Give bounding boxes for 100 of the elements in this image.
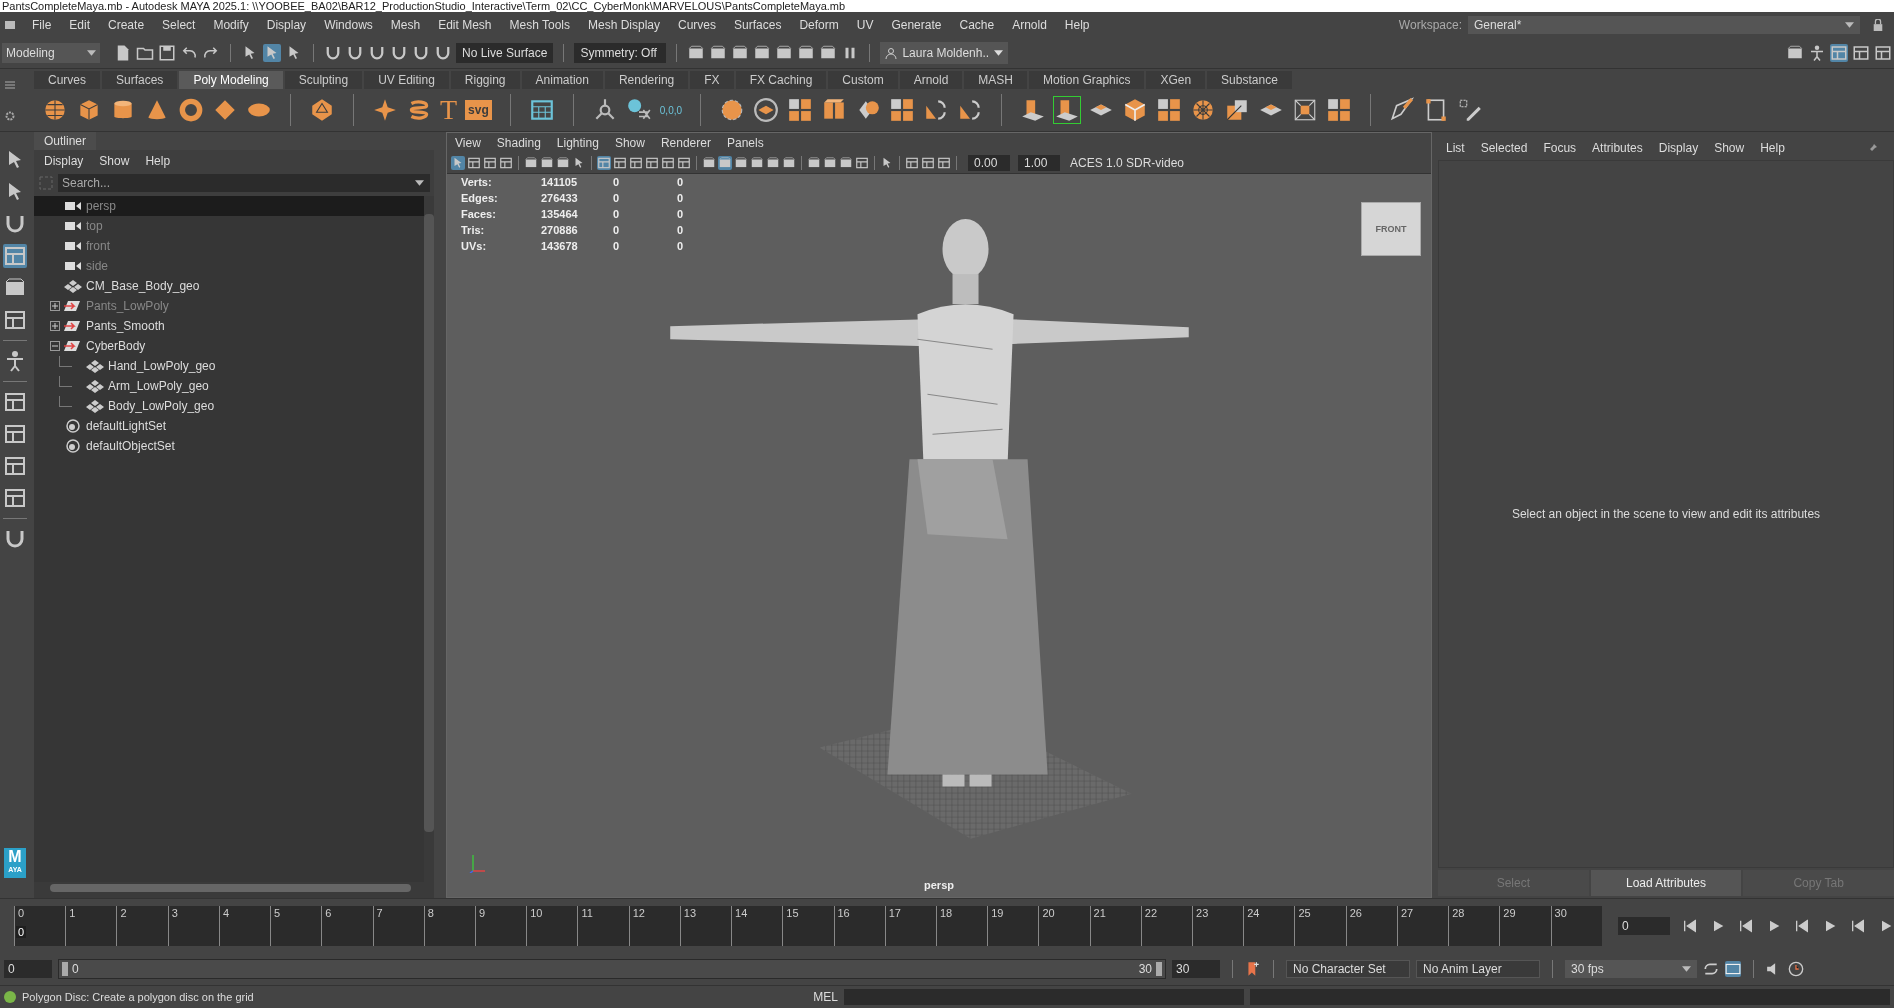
grid-window-icon[interactable] (528, 97, 555, 123)
playback-settings-icon[interactable] (1725, 961, 1741, 977)
menu-item[interactable]: UV (848, 18, 882, 32)
menu-item[interactable]: Mesh Display (580, 18, 669, 32)
menu-item[interactable]: Lighting (548, 136, 607, 150)
panel-layout-icon[interactable] (597, 156, 611, 170)
outliner-item[interactable]: Body_LowPoly_geo (34, 396, 424, 416)
panel-layout-icon[interactable] (905, 156, 919, 170)
save-icon[interactable] (158, 44, 176, 62)
magnet-icon[interactable] (368, 44, 386, 62)
menu-item[interactable]: Show (606, 136, 653, 150)
live-surface-field[interactable]: No Live Surface (456, 43, 554, 63)
viewport-canvas[interactable]: Verts: 141105 0 0 Edges: 276433 0 0 Faces: 135464 0 0 Tris: 270886 0 0 UVs: 143678 0 0 FRONT persp (447, 174, 1431, 897)
time-slider[interactable]: 0 1 2 3 4 5 6 7 8 9 10 11 12 13 14 15 16 17 18 19 20 21 22 23 24 25 26 27 28 29 30 0 (14, 906, 1602, 946)
squares-icon[interactable] (889, 97, 916, 123)
shelf-tab[interactable]: Animation (521, 71, 603, 89)
panel-layout-icon[interactable] (467, 156, 481, 170)
magnet-icon[interactable] (434, 44, 452, 62)
shelf-tab[interactable]: Rigging (450, 71, 520, 89)
squares-icon[interactable] (1326, 97, 1353, 123)
menu-item[interactable]: Shading (488, 136, 549, 150)
scrollbar-thumb[interactable] (424, 214, 434, 832)
shelf-tab[interactable]: Rendering (604, 71, 689, 89)
menu-item[interactable]: Show (91, 154, 138, 168)
panel-layout-icon[interactable] (629, 156, 643, 170)
outliner-item[interactable]: defaultLightSet (34, 416, 424, 436)
panel-layout-icon[interactable] (937, 156, 951, 170)
menu-item[interactable]: Create (100, 18, 153, 32)
magnet-icon[interactable] (390, 44, 408, 62)
bookmark-icon[interactable] (1245, 961, 1261, 977)
polyhedron-icon[interactable] (309, 97, 335, 123)
menu-item[interactable]: Surfaces (726, 18, 790, 32)
menu-item[interactable]: Display (36, 154, 92, 168)
menu-item[interactable]: Show (1706, 141, 1753, 155)
shelf-tab[interactable]: UV Editing (364, 71, 449, 89)
shelf-tab[interactable]: Surfaces (102, 71, 178, 89)
menu-item[interactable]: Mesh Tools (501, 18, 578, 32)
panel-layout-icon[interactable] (613, 156, 627, 170)
shelf-tab[interactable]: Substance (1207, 71, 1292, 89)
layers-icon[interactable] (753, 97, 780, 123)
knife-icon[interactable] (1389, 97, 1416, 123)
start-frame-field[interactable]: 0 (4, 960, 52, 978)
shelf-tab[interactable]: MASH (964, 71, 1028, 89)
menu-item[interactable]: Selected (1472, 141, 1536, 155)
current-frame-field[interactable]: 0 (1618, 917, 1670, 935)
menu-item[interactable]: List (1438, 141, 1473, 155)
outliner-item[interactable]: defaultObjectSet (34, 436, 424, 456)
torus-icon[interactable] (178, 97, 204, 123)
mode-dropdown[interactable]: Modeling (2, 43, 100, 63)
menu-item[interactable]: Help (137, 154, 179, 168)
menu-item[interactable]: Edit Mesh (430, 18, 500, 32)
menu-item[interactable]: Select (154, 18, 204, 32)
outliner-item[interactable]: Pants_Smooth (34, 316, 424, 336)
panel-layout-icon[interactable] (483, 156, 497, 170)
playback-control-icon[interactable] (1738, 918, 1754, 934)
playback-control-icon[interactable] (1794, 918, 1810, 934)
shelf-tab[interactable]: Curves (34, 71, 100, 89)
panel-layout-icon[interactable] (1830, 44, 1848, 62)
expand-toggle-icon[interactable] (50, 341, 60, 351)
expand-toggle-icon[interactable] (50, 321, 60, 331)
attribute-editor-button[interactable]: Load Attributes (1590, 870, 1742, 896)
character-model-drawing[interactable] (670, 219, 1189, 787)
playback-control-icon[interactable] (1850, 918, 1866, 934)
person-icon[interactable] (1808, 44, 1826, 62)
svg-tool-icon[interactable]: svg (465, 100, 492, 120)
menu-item[interactable]: Help (1056, 18, 1098, 32)
panel-layout-icon[interactable] (661, 156, 675, 170)
magnet-icon[interactable] (346, 44, 364, 62)
panel-layout-icon[interactable] (677, 156, 691, 170)
magnet-icon[interactable] (324, 44, 342, 62)
panel-layout-icon[interactable] (855, 156, 869, 170)
menu-item[interactable]: File (24, 18, 60, 32)
reset-transform-label[interactable]: 0,0,0 (659, 104, 683, 116)
range-handle[interactable] (1156, 962, 1162, 976)
menu-item[interactable]: View (447, 136, 489, 150)
outliner-item[interactable]: CyberBody (34, 336, 424, 356)
menu-item[interactable]: Windows (316, 18, 381, 32)
menu-item[interactable]: Modify (205, 18, 257, 32)
squares-icon[interactable] (1156, 97, 1183, 123)
text-tool-icon[interactable]: T (440, 96, 458, 124)
fps-dropdown[interactable]: 30 fps (1565, 960, 1697, 978)
scrollbar-thumb[interactable] (50, 884, 411, 892)
menu-item[interactable]: Arnold (1004, 18, 1055, 32)
gamma-field[interactable]: 1.00 (1018, 155, 1060, 171)
menu-item[interactable]: Mesh (382, 18, 429, 32)
menu-item[interactable]: Focus (1535, 141, 1585, 155)
select-icon[interactable] (451, 156, 465, 170)
extrude-icon[interactable] (1054, 97, 1081, 123)
outliner-item[interactable]: side (34, 256, 424, 276)
range-slider[interactable]: 0 30 (58, 959, 1166, 979)
exposure-field[interactable]: 0.00 (968, 155, 1010, 171)
menu-item[interactable]: Help (1752, 141, 1793, 155)
outliner-item[interactable]: persp (34, 196, 424, 216)
shelf-tab[interactable]: Arnold (899, 71, 963, 89)
panel-layout-icon[interactable] (1874, 44, 1892, 62)
panel-layout-icon[interactable] (3, 244, 27, 268)
workspace-dropdown[interactable]: General* (1468, 16, 1860, 34)
panel-layout-icon[interactable] (3, 308, 27, 332)
select-icon[interactable] (263, 44, 281, 62)
shelf-tab[interactable]: Sculpting (284, 71, 363, 89)
